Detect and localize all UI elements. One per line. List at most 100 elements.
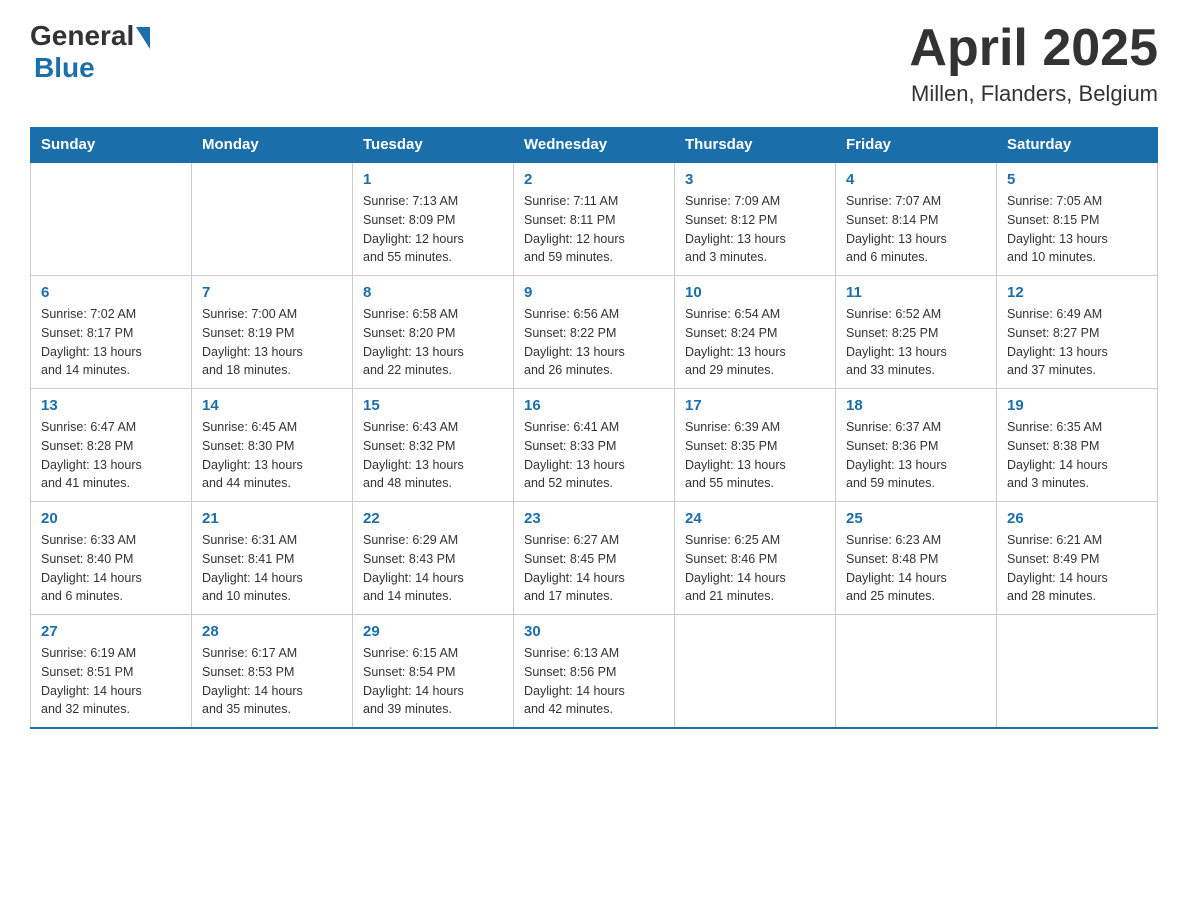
day-info: Sunrise: 7:00 AMSunset: 8:19 PMDaylight:… [202,305,342,380]
calendar-cell: 3Sunrise: 7:09 AMSunset: 8:12 PMDaylight… [675,162,836,276]
day-header-wednesday: Wednesday [514,128,675,163]
calendar-cell: 12 Sunrise: 6:49 AMSunset: 8:27 PMDayligh… [997,276,1158,389]
day-number: 4 [846,171,986,188]
calendar-cell: 9Sunrise: 6:56 AMSunset: 8:22 PMDaylight… [514,276,675,389]
logo: General Blue [30,20,150,84]
day-info: Sunrise: 6:27 AMSunset: 8:45 PMDaylight:… [524,531,664,606]
day-info: Sunrise: 6:58 AMSunset: 8:20 PMDaylight:… [363,305,503,380]
calendar-week-row: 20 Sunrise: 6:33 AMSunset: 8:40 PMDayligh… [31,502,1158,615]
day-number: 28 [202,623,342,640]
calendar-cell: 15 Sunrise: 6:43 AMSunset: 8:32 PMDayligh… [353,389,514,502]
day-number: 5 [1007,171,1147,188]
day-info: Sunrise: 7:11 AMSunset: 8:11 PMDaylight:… [524,192,664,267]
day-info: Sunrise: 6:17 AMSunset: 8:53 PMDaylight:… [202,644,342,719]
day-info: Sunrise: 6:45 AMSunset: 8:30 PMDaylight:… [202,418,342,493]
logo-arrow-icon [136,27,150,49]
day-number: 24 [685,510,825,527]
day-number: 11 [846,284,986,301]
day-number: 15 [363,397,503,414]
calendar-week-row: 1Sunrise: 7:13 AMSunset: 8:09 PMDaylight… [31,162,1158,276]
day-header-saturday: Saturday [997,128,1158,163]
calendar-cell [675,615,836,729]
calendar-cell [192,162,353,276]
calendar-cell: 8Sunrise: 6:58 AMSunset: 8:20 PMDaylight… [353,276,514,389]
calendar-cell: 19Sunrise: 6:35 AMSunset: 8:38 PMDayligh… [997,389,1158,502]
day-info: Sunrise: 7:07 AMSunset: 8:14 PMDaylight:… [846,192,986,267]
day-number: 22 [363,510,503,527]
day-info: Sunrise: 6:41 AMSunset: 8:33 PMDaylight:… [524,418,664,493]
calendar-cell: 21 Sunrise: 6:31 AMSunset: 8:41 PMDayligh… [192,502,353,615]
calendar-cell: 11 Sunrise: 6:52 AMSunset: 8:25 PMDayligh… [836,276,997,389]
calendar-cell: 13Sunrise: 6:47 AMSunset: 8:28 PMDayligh… [31,389,192,502]
day-number: 26 [1007,510,1147,527]
calendar-cell: 23 Sunrise: 6:27 AMSunset: 8:45 PMDayligh… [514,502,675,615]
calendar-cell: 2Sunrise: 7:11 AMSunset: 8:11 PMDaylight… [514,162,675,276]
day-info: Sunrise: 6:52 AMSunset: 8:25 PMDaylight:… [846,305,986,380]
day-info: Sunrise: 6:37 AMSunset: 8:36 PMDaylight:… [846,418,986,493]
calendar-cell: 16 Sunrise: 6:41 AMSunset: 8:33 PMDayligh… [514,389,675,502]
month-year-title: April 2025 [909,20,1158,77]
page-header: General Blue April 2025 Millen, Flanders… [30,20,1158,107]
location-subtitle: Millen, Flanders, Belgium [909,81,1158,107]
calendar-cell: 4 Sunrise: 7:07 AMSunset: 8:14 PMDaylight… [836,162,997,276]
calendar-cell: 27 Sunrise: 6:19 AMSunset: 8:51 PMDayligh… [31,615,192,729]
day-header-sunday: Sunday [31,128,192,163]
day-number: 27 [41,623,181,640]
day-info: Sunrise: 7:13 AMSunset: 8:09 PMDaylight:… [363,192,503,267]
day-info: Sunrise: 6:25 AMSunset: 8:46 PMDaylight:… [685,531,825,606]
day-number: 25 [846,510,986,527]
day-info: Sunrise: 6:54 AMSunset: 8:24 PMDaylight:… [685,305,825,380]
day-info: Sunrise: 6:33 AMSunset: 8:40 PMDaylight:… [41,531,181,606]
calendar-cell: 1Sunrise: 7:13 AMSunset: 8:09 PMDaylight… [353,162,514,276]
calendar-cell: 20 Sunrise: 6:33 AMSunset: 8:40 PMDayligh… [31,502,192,615]
calendar-cell [997,615,1158,729]
calendar-cell: 24 Sunrise: 6:25 AMSunset: 8:46 PMDayligh… [675,502,836,615]
day-number: 14 [202,397,342,414]
day-number: 16 [524,397,664,414]
day-number: 7 [202,284,342,301]
calendar-cell: 6Sunrise: 7:02 AMSunset: 8:17 PMDaylight… [31,276,192,389]
calendar-cell: 10 Sunrise: 6:54 AMSunset: 8:24 PMDayligh… [675,276,836,389]
calendar-cell: 14 Sunrise: 6:45 AMSunset: 8:30 PMDayligh… [192,389,353,502]
day-number: 19 [1007,397,1147,414]
day-info: Sunrise: 6:21 AMSunset: 8:49 PMDaylight:… [1007,531,1147,606]
calendar-cell: 26 Sunrise: 6:21 AMSunset: 8:49 PMDayligh… [997,502,1158,615]
day-info: Sunrise: 7:05 AMSunset: 8:15 PMDaylight:… [1007,192,1147,267]
day-info: Sunrise: 6:15 AMSunset: 8:54 PMDaylight:… [363,644,503,719]
day-info: Sunrise: 7:09 AMSunset: 8:12 PMDaylight:… [685,192,825,267]
calendar-week-row: 13Sunrise: 6:47 AMSunset: 8:28 PMDayligh… [31,389,1158,502]
day-header-thursday: Thursday [675,128,836,163]
day-info: Sunrise: 6:49 AMSunset: 8:27 PMDaylight:… [1007,305,1147,380]
day-header-monday: Monday [192,128,353,163]
day-info: Sunrise: 6:47 AMSunset: 8:28 PMDaylight:… [41,418,181,493]
day-number: 21 [202,510,342,527]
day-info: Sunrise: 6:13 AMSunset: 8:56 PMDaylight:… [524,644,664,719]
day-number: 6 [41,284,181,301]
calendar-cell: 18 Sunrise: 6:37 AMSunset: 8:36 PMDayligh… [836,389,997,502]
day-number: 9 [524,284,664,301]
calendar-cell [31,162,192,276]
calendar-table: SundayMondayTuesdayWednesdayThursdayFrid… [30,127,1158,729]
title-section: April 2025 Millen, Flanders, Belgium [909,20,1158,107]
day-info: Sunrise: 6:19 AMSunset: 8:51 PMDaylight:… [41,644,181,719]
day-number: 30 [524,623,664,640]
day-info: Sunrise: 6:29 AMSunset: 8:43 PMDaylight:… [363,531,503,606]
calendar-cell: 29Sunrise: 6:15 AMSunset: 8:54 PMDayligh… [353,615,514,729]
day-info: Sunrise: 6:31 AMSunset: 8:41 PMDaylight:… [202,531,342,606]
calendar-cell: 5 Sunrise: 7:05 AMSunset: 8:15 PMDaylight… [997,162,1158,276]
day-number: 20 [41,510,181,527]
day-info: Sunrise: 6:43 AMSunset: 8:32 PMDaylight:… [363,418,503,493]
day-info: Sunrise: 6:23 AMSunset: 8:48 PMDaylight:… [846,531,986,606]
day-header-friday: Friday [836,128,997,163]
logo-general-text: General [30,20,134,52]
day-number: 18 [846,397,986,414]
calendar-cell: 25 Sunrise: 6:23 AMSunset: 8:48 PMDayligh… [836,502,997,615]
day-number: 12 [1007,284,1147,301]
day-number: 10 [685,284,825,301]
calendar-week-row: 27 Sunrise: 6:19 AMSunset: 8:51 PMDayligh… [31,615,1158,729]
day-number: 17 [685,397,825,414]
calendar-cell: 28 Sunrise: 6:17 AMSunset: 8:53 PMDayligh… [192,615,353,729]
calendar-cell: 17Sunrise: 6:39 AMSunset: 8:35 PMDayligh… [675,389,836,502]
calendar-week-row: 6Sunrise: 7:02 AMSunset: 8:17 PMDaylight… [31,276,1158,389]
day-number: 23 [524,510,664,527]
